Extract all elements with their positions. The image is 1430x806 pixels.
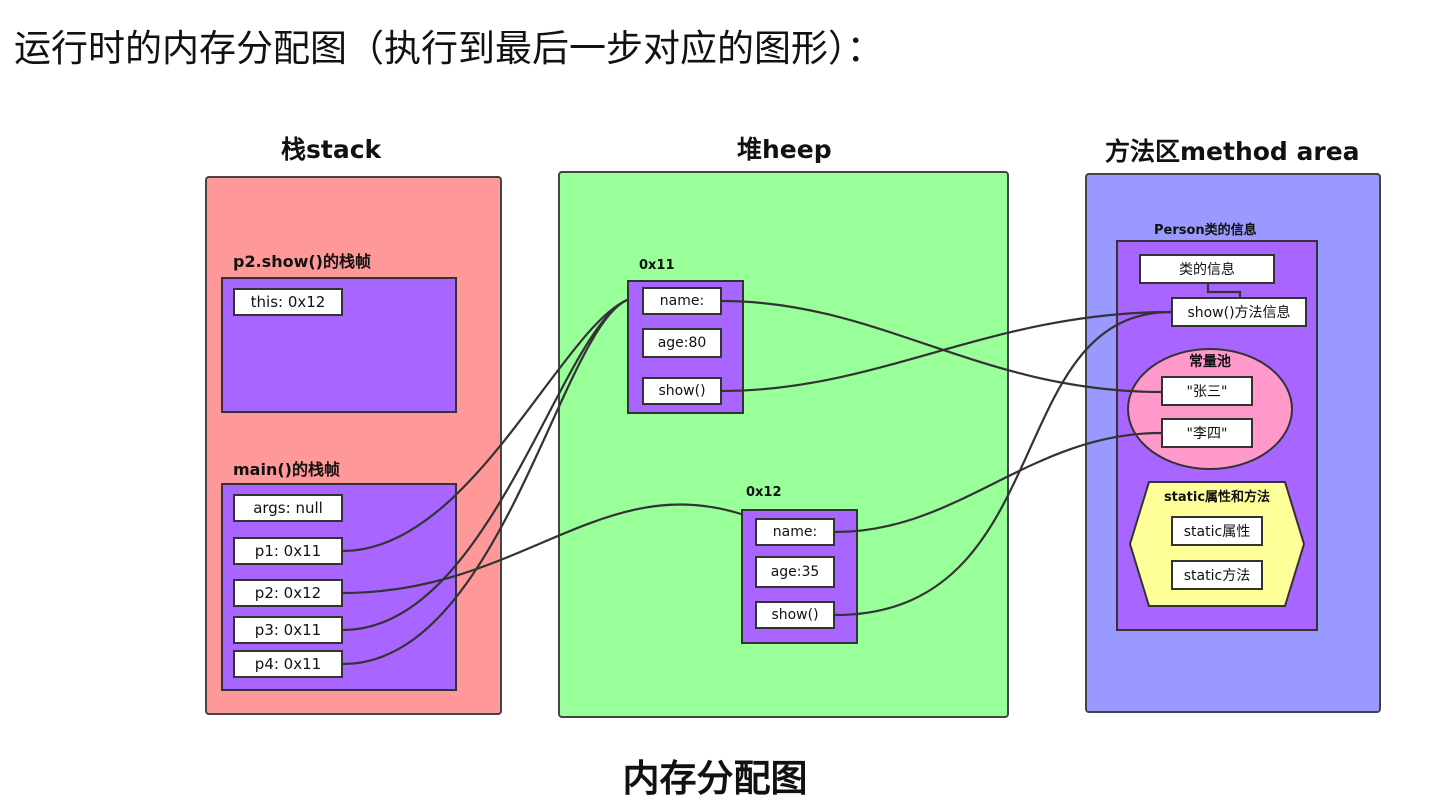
connector-0x11-name-to-zhangsan bbox=[721, 299, 1162, 394]
connector-p4-to-0x11 bbox=[342, 298, 628, 666]
reference-connectors bbox=[342, 284, 1242, 666]
connector-class-to-method bbox=[1206, 284, 1242, 297]
diagram-caption: 内存分配图 bbox=[622, 757, 808, 800]
connector-0x12-name-to-lisi bbox=[834, 431, 1162, 534]
connector-0x12-show-to-method bbox=[834, 310, 1172, 617]
connector-p1-to-0x11 bbox=[342, 298, 628, 553]
connector-p2-to-0x12 bbox=[342, 503, 742, 595]
